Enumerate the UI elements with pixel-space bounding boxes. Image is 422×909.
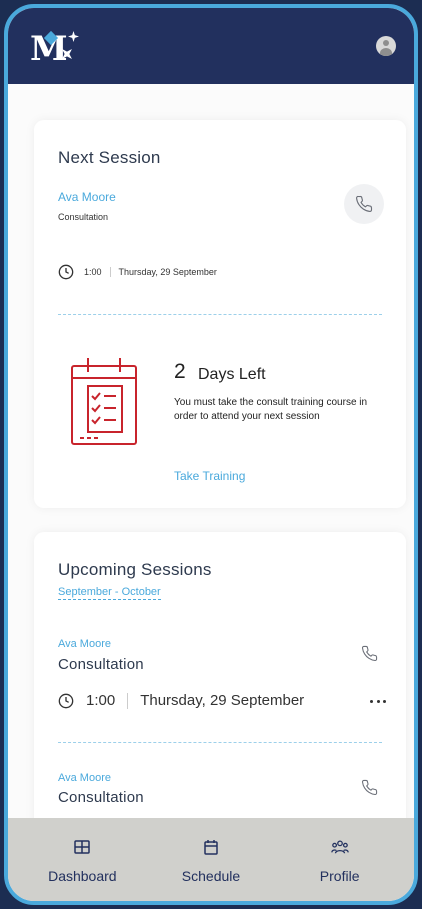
phone-icon bbox=[361, 645, 377, 661]
call-button[interactable] bbox=[358, 642, 380, 664]
phone-icon bbox=[356, 195, 373, 212]
nav-label: Profile bbox=[319, 868, 360, 884]
nav-schedule[interactable]: Schedule bbox=[156, 838, 266, 901]
clock-icon bbox=[58, 693, 74, 708]
session-type: Consultation bbox=[58, 212, 109, 222]
nav-profile[interactable]: Profile bbox=[285, 838, 395, 901]
nav-label: Schedule bbox=[181, 868, 241, 884]
session-time-row: 1:00 Thursday, 29 September bbox=[58, 692, 304, 709]
dashboard-icon bbox=[74, 840, 91, 854]
clock-icon bbox=[58, 264, 74, 280]
session-person-name[interactable]: Ava Moore bbox=[58, 638, 111, 650]
session-time-row: 1:00 Thursday, 29 September bbox=[58, 264, 217, 280]
divider bbox=[58, 742, 382, 743]
days-left-number: 2 bbox=[174, 360, 186, 383]
people-icon bbox=[330, 840, 349, 854]
session-date: Thursday, 29 September bbox=[140, 692, 305, 709]
checklist-calendar-icon bbox=[71, 358, 137, 445]
next-session-card: Next Session Ava Moore Consultation 1:00… bbox=[34, 120, 406, 508]
session-type: Consultation bbox=[58, 656, 144, 673]
session-time: 1:00 bbox=[84, 267, 102, 277]
bottom-nav: Dashboard Schedule Profile bbox=[8, 818, 414, 901]
app-frame: M Next Session Ava Moore Consultation 1:… bbox=[4, 4, 418, 905]
next-session-title: Next Session bbox=[58, 148, 161, 167]
session-person-name[interactable]: Ava Moore bbox=[58, 772, 111, 784]
upcoming-sessions-card: Upcoming Sessions September - October Av… bbox=[34, 532, 406, 818]
divider bbox=[58, 314, 382, 315]
session-person-name[interactable]: Ava Moore bbox=[58, 190, 116, 204]
nav-label: Dashboard bbox=[48, 868, 117, 884]
session-date: Thursday, 29 September bbox=[118, 267, 217, 277]
take-training-link[interactable]: Take Training bbox=[174, 469, 245, 483]
app-logo[interactable]: M bbox=[30, 29, 82, 69]
call-button[interactable] bbox=[344, 184, 384, 224]
phone-icon bbox=[361, 779, 377, 795]
avatar[interactable] bbox=[376, 36, 396, 56]
session-time: 1:00 bbox=[86, 692, 116, 709]
call-button[interactable] bbox=[358, 776, 380, 798]
calendar-icon bbox=[204, 840, 218, 855]
scroll-content[interactable]: Next Session Ava Moore Consultation 1:00… bbox=[8, 84, 414, 818]
nav-dashboard[interactable]: Dashboard bbox=[27, 838, 137, 901]
app-header: M bbox=[8, 8, 414, 84]
date-range-selector[interactable]: September - October bbox=[58, 586, 161, 600]
session-type: Consultation bbox=[58, 789, 144, 806]
upcoming-title: Upcoming Sessions bbox=[58, 560, 212, 579]
training-warning: You must take the consult training cours… bbox=[174, 397, 368, 422]
more-options-icon[interactable] bbox=[370, 696, 386, 706]
days-left-label: Days Left bbox=[198, 366, 266, 383]
